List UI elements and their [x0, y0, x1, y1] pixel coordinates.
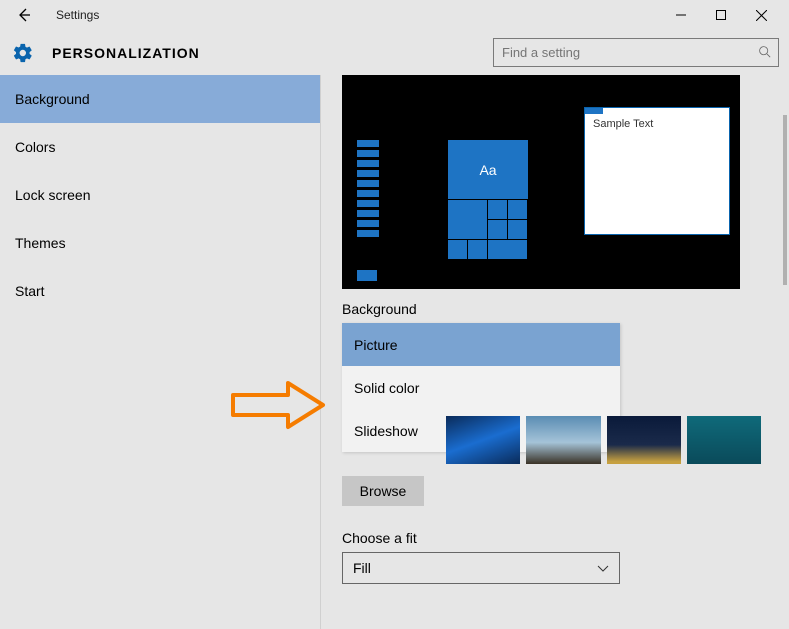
browse-button[interactable]: Browse: [342, 476, 424, 506]
option-label: Slideshow: [354, 423, 418, 439]
chevron-down-icon: [597, 560, 609, 576]
background-label: Background: [342, 301, 761, 317]
picture-thumb[interactable]: [446, 416, 520, 464]
search-icon: [750, 45, 778, 61]
close-button[interactable]: [741, 0, 781, 30]
dropdown-option-solid-color[interactable]: Solid color: [342, 366, 620, 409]
browse-label: Browse: [360, 483, 407, 499]
sidebar-item-label: Lock screen: [15, 187, 90, 203]
search-input-wrap[interactable]: [493, 38, 779, 67]
sidebar: Background Colors Lock screen Themes Sta…: [0, 75, 320, 629]
preview-sample-text: Sample Text: [593, 118, 653, 130]
picture-thumb[interactable]: [526, 416, 600, 464]
maximize-button[interactable]: [701, 0, 741, 30]
fit-select[interactable]: Fill: [342, 552, 620, 584]
fit-label: Choose a fit: [342, 530, 761, 546]
gear-icon: [12, 42, 34, 64]
sidebar-item-label: Colors: [15, 139, 55, 155]
scrollbar[interactable]: [781, 75, 789, 629]
preview-tile-text: Aa: [479, 162, 496, 178]
picture-thumbnails: [446, 416, 761, 464]
dropdown-option-picture[interactable]: Picture: [342, 323, 620, 366]
sidebar-item-lock-screen[interactable]: Lock screen: [0, 171, 320, 219]
main-panel: Aa Sample Text Background Picture Solid …: [320, 75, 789, 629]
scrollbar-thumb[interactable]: [783, 115, 787, 285]
sidebar-item-background[interactable]: Background: [0, 75, 320, 123]
sidebar-item-label: Background: [15, 91, 90, 107]
picture-thumb[interactable]: [607, 416, 681, 464]
page-title: PERSONALIZATION: [52, 45, 200, 61]
preview-start-tiles: Aa: [448, 140, 528, 260]
search-input[interactable]: [494, 39, 750, 66]
sidebar-item-themes[interactable]: Themes: [0, 219, 320, 267]
preview-window: Sample Text: [584, 107, 730, 235]
sidebar-item-label: Themes: [15, 235, 66, 251]
back-button[interactable]: [8, 0, 40, 30]
minimize-button[interactable]: [661, 0, 701, 30]
app-title: Settings: [56, 8, 99, 22]
option-label: Picture: [354, 337, 398, 353]
fit-value: Fill: [353, 560, 371, 576]
preview-taskbar-pins: [357, 140, 379, 240]
option-label: Solid color: [354, 380, 419, 396]
sidebar-item-start[interactable]: Start: [0, 267, 320, 315]
preview-start-button: [357, 270, 377, 281]
sidebar-item-colors[interactable]: Colors: [0, 123, 320, 171]
desktop-preview: Aa Sample Text: [342, 75, 740, 289]
picture-thumb[interactable]: [687, 416, 761, 464]
sidebar-item-label: Start: [15, 283, 45, 299]
